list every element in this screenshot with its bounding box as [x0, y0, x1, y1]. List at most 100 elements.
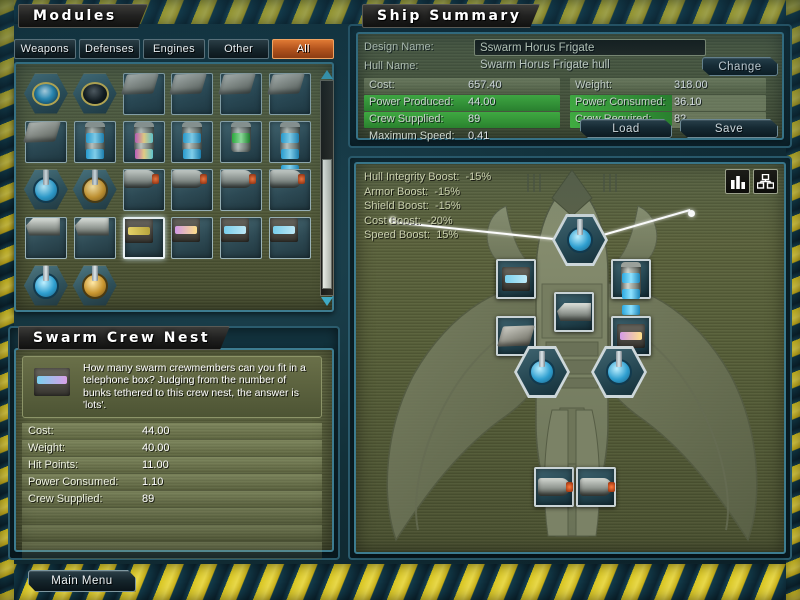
module-slot-hex[interactable] [72, 73, 117, 114]
module-slot-square[interactable] [171, 216, 214, 259]
view-mode-buttons [725, 169, 778, 194]
module-slot[interactable] [169, 167, 215, 212]
ship-slot-square[interactable] [534, 467, 574, 507]
ship-summary-row-label: Maximum Speed: [369, 130, 455, 142]
module-stat-value: 11.00 [142, 459, 169, 471]
layout-tree-icon[interactable] [753, 169, 778, 194]
module-stat-value: 40.00 [142, 442, 170, 454]
module-slot-square[interactable] [269, 168, 312, 211]
slot-engine-left[interactable] [534, 467, 574, 507]
turret-blue-icon [606, 351, 632, 385]
hull-name-value: Swarm Horus Frigate hull [480, 59, 610, 71]
module-slot-hex[interactable] [72, 265, 117, 306]
module-slot[interactable] [218, 119, 264, 164]
ship-slot-hex[interactable] [555, 217, 605, 263]
module-slot-square[interactable] [171, 120, 214, 163]
module-slot[interactable] [23, 119, 69, 164]
module-slot[interactable] [72, 167, 118, 212]
ship-slot-square[interactable] [554, 292, 594, 332]
module-slot-hex[interactable] [23, 265, 68, 306]
crew-pod-purple-icon [172, 217, 212, 242]
boost-row: Cost Boost: -20% [364, 214, 491, 229]
module-slot-hex[interactable] [23, 169, 68, 210]
module-slot[interactable] [267, 215, 313, 260]
module-slot[interactable] [23, 167, 69, 212]
ship-slot-square[interactable] [576, 467, 616, 507]
module-stat-label: Cost: [28, 425, 54, 437]
main-menu-button[interactable]: Main Menu [28, 570, 136, 592]
module-slot-square[interactable] [23, 120, 67, 163]
module-slot[interactable] [218, 167, 264, 212]
boost-row: Speed Boost: 15% [364, 228, 491, 243]
module-slot[interactable] [267, 167, 313, 212]
design-name-input[interactable]: Sswarm Horus Frigate [474, 39, 706, 56]
ship-slot-square[interactable] [611, 259, 651, 315]
ship-summary-row-value: 44.00 [468, 96, 496, 108]
slot-engine-right[interactable] [576, 467, 616, 507]
module-slot-square[interactable] [122, 168, 165, 211]
module-slot-square[interactable] [169, 72, 214, 115]
module-slot-square[interactable] [122, 216, 165, 259]
module-slot-square[interactable] [171, 168, 214, 211]
crew-pod-blue-icon [502, 267, 530, 291]
module-slot-hex[interactable] [72, 169, 117, 210]
module-slot[interactable] [121, 215, 167, 260]
module-slot[interactable] [23, 71, 69, 116]
slot-left-crew[interactable] [496, 259, 536, 299]
module-slot-square[interactable] [120, 72, 165, 115]
module-slot[interactable] [72, 215, 118, 260]
module-slot-square[interactable] [220, 120, 263, 163]
module-slot-square[interactable] [24, 216, 67, 259]
module-slot[interactable] [23, 263, 69, 308]
module-slot[interactable] [218, 215, 264, 260]
module-slot[interactable] [169, 71, 215, 116]
scrollbar-thumb[interactable] [322, 159, 332, 289]
module-slot-hex[interactable] [23, 73, 68, 114]
module-slot-square[interactable] [220, 168, 263, 211]
module-slot[interactable] [72, 71, 118, 116]
module-slot-square[interactable] [218, 72, 263, 115]
tab-defenses[interactable]: Defenses [78, 39, 141, 59]
slot-right-cylinder[interactable] [611, 259, 651, 315]
change-hull-button[interactable]: Change [702, 57, 778, 76]
module-slot[interactable] [267, 119, 313, 175]
bar-chart-icon[interactable] [725, 169, 750, 194]
module-slot-square[interactable] [220, 216, 263, 259]
load-button[interactable]: Load [580, 119, 672, 138]
module-slot[interactable] [267, 71, 313, 116]
scroll-down-arrow[interactable] [321, 297, 333, 306]
ship-slot-hex[interactable] [517, 349, 567, 395]
module-slot[interactable] [169, 215, 215, 260]
module-stat-row-empty [22, 525, 322, 542]
ship-summary-title-text: Ship Summary [377, 8, 522, 24]
module-slot-square[interactable] [269, 216, 312, 259]
tab-weapons[interactable]: Weapons [14, 39, 76, 59]
scrollbar-track[interactable] [320, 80, 334, 296]
module-slot-square[interactable] [267, 72, 312, 115]
module-slot-square[interactable] [73, 216, 116, 259]
tab-engines[interactable]: Engines [143, 39, 205, 59]
module-slot[interactable] [121, 119, 167, 164]
module-slot[interactable] [218, 71, 264, 116]
ship-summary-panel: Design Name: Sswarm Horus Frigate Hull N… [356, 32, 784, 142]
module-slot-square[interactable] [73, 120, 116, 163]
module-slot-square[interactable] [269, 120, 312, 175]
module-slot-square[interactable] [122, 120, 165, 163]
ship-slot-hex[interactable] [594, 349, 644, 395]
tab-all[interactable]: All [272, 39, 334, 59]
module-info-title: Swarm Crew Nest [18, 326, 230, 350]
slot-center-hull[interactable] [554, 292, 594, 332]
module-slot[interactable] [23, 215, 69, 260]
save-button[interactable]: Save [680, 119, 778, 138]
module-slot[interactable] [72, 263, 118, 308]
module-grid-scrollbar[interactable] [320, 68, 334, 308]
ship-slot-square[interactable] [496, 259, 536, 299]
module-slot[interactable] [120, 71, 167, 116]
scroll-up-arrow[interactable] [321, 70, 333, 79]
module-slot[interactable] [121, 167, 167, 212]
module-grid-panel [14, 62, 334, 312]
boost-row: Shield Boost: -15% [364, 199, 491, 214]
module-slot[interactable] [72, 119, 118, 164]
module-slot[interactable] [169, 119, 215, 164]
tab-other[interactable]: Other [207, 39, 270, 59]
